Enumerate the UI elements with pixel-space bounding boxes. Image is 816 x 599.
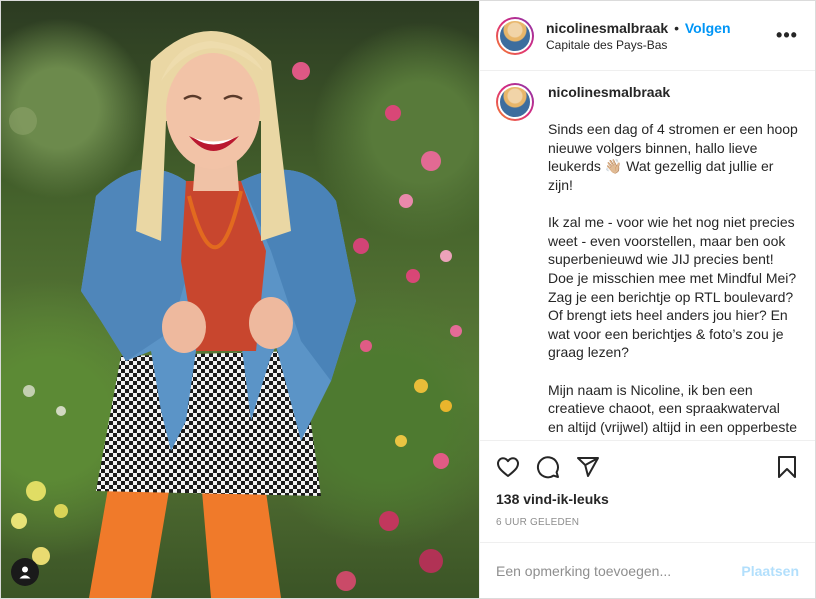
comment-form: Plaatsen	[480, 542, 815, 598]
post-header: nicolinesmalbraak • Volgen Capitale des …	[480, 1, 815, 71]
action-bar	[496, 447, 799, 487]
separator-dot: •	[674, 19, 679, 36]
post-timestamp[interactable]: 6 UUR GELEDEN	[496, 517, 799, 528]
heart-icon[interactable]	[496, 455, 520, 479]
post-comment-button[interactable]: Plaatsen	[741, 563, 799, 579]
location-link[interactable]: Capitale des Pays-Bas	[546, 37, 775, 53]
bookmark-icon[interactable]	[775, 455, 799, 479]
more-options-icon[interactable]: •••	[775, 25, 799, 46]
follow-button[interactable]: Volgen	[685, 20, 731, 36]
likes-count[interactable]: 138 vind-ik-leuks	[496, 491, 799, 507]
caption-paragraph: Sinds een dag of 4 stromen er een hoop n…	[548, 121, 798, 193]
post-side-panel: nicolinesmalbraak • Volgen Capitale des …	[479, 1, 815, 598]
caption-username-link[interactable]: nicolinesmalbraak	[548, 84, 670, 100]
post-actions-section: 138 vind-ik-leuks 6 UUR GELEDEN	[480, 440, 815, 528]
username-link[interactable]: nicolinesmalbraak	[546, 20, 668, 36]
post-photo[interactable]	[1, 1, 479, 598]
avatar[interactable]	[496, 16, 534, 55]
photo-content	[9, 31, 462, 598]
comment-icon[interactable]	[536, 455, 560, 479]
caption-paragraph: Ik zal me - voor wie het nog niet precie…	[548, 214, 797, 361]
caption-text: nicolinesmalbraak Sinds een dag of 4 str…	[548, 83, 799, 440]
caption-area: nicolinesmalbraak Sinds een dag of 4 str…	[480, 71, 815, 440]
paper-plane-icon[interactable]	[576, 455, 600, 479]
instagram-post: nicolinesmalbraak • Volgen Capitale des …	[0, 0, 816, 599]
comment-input[interactable]	[496, 562, 742, 579]
caption-avatar[interactable]	[496, 83, 534, 121]
user-icon[interactable]	[11, 558, 39, 586]
caption-paragraph: Mijn naam is Nicoline, ik ben een creati…	[548, 381, 798, 441]
